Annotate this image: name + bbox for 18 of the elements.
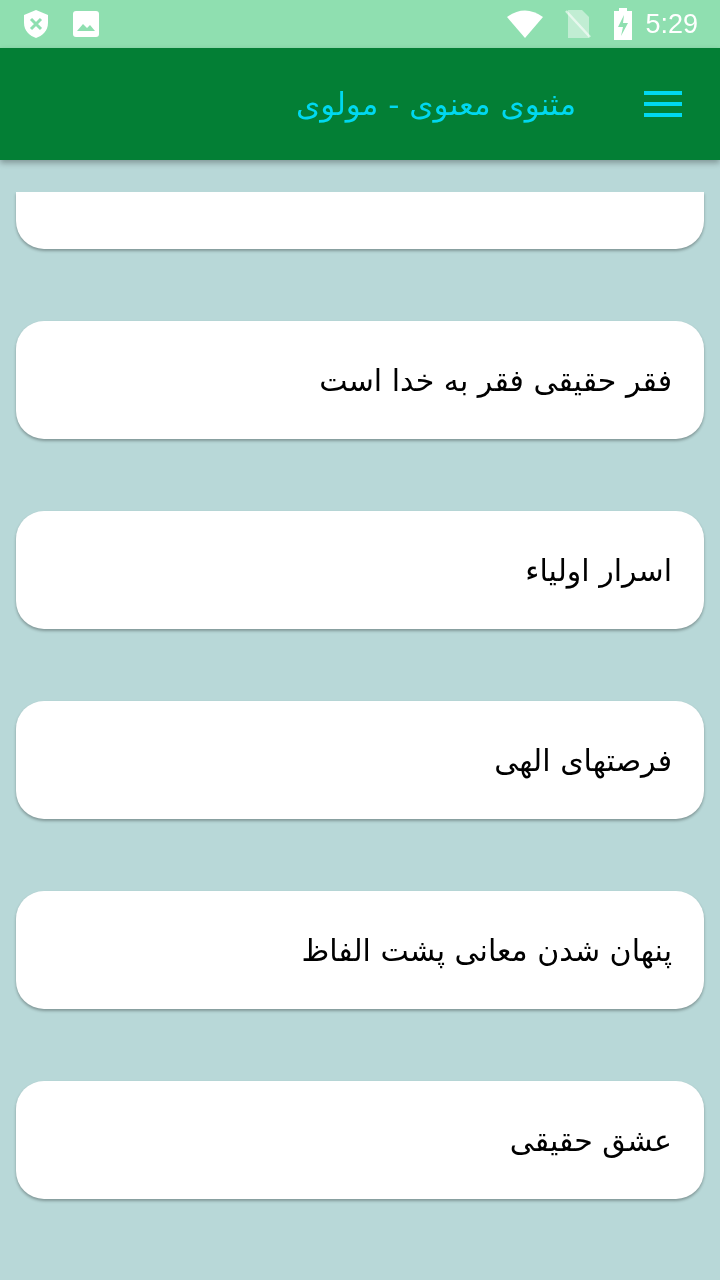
app-title: مثنوی معنوی - مولوی [296,84,576,125]
list-card[interactable]: عشق حقیقی [16,1081,704,1199]
status-time: 5:29 [645,7,698,41]
card-title: فقر حقیقی فقر به خدا است [319,361,672,400]
list-card[interactable]: پنهان شدن معانی پشت الفاظ [16,891,704,1009]
card-title: پنهان شدن معانی پشت الفاظ [301,931,672,971]
card-title: اسرار اولیاء [525,551,672,591]
list-card[interactable]: اسرار اولیاء [16,511,704,629]
image-icon [72,10,100,38]
card-title: عشق حقیقی [509,1121,672,1160]
no-sim-icon [565,9,592,39]
list-card[interactable]: فرصتهای الهی [16,701,704,819]
menu-icon[interactable] [644,90,682,118]
list-card[interactable]: فقر حقیقی فقر به خدا است [16,321,704,439]
wifi-icon [507,10,544,38]
card-title: فرصتهای الهی [494,741,672,781]
shield-x-icon [22,8,50,40]
battery-charging-icon [613,8,634,40]
